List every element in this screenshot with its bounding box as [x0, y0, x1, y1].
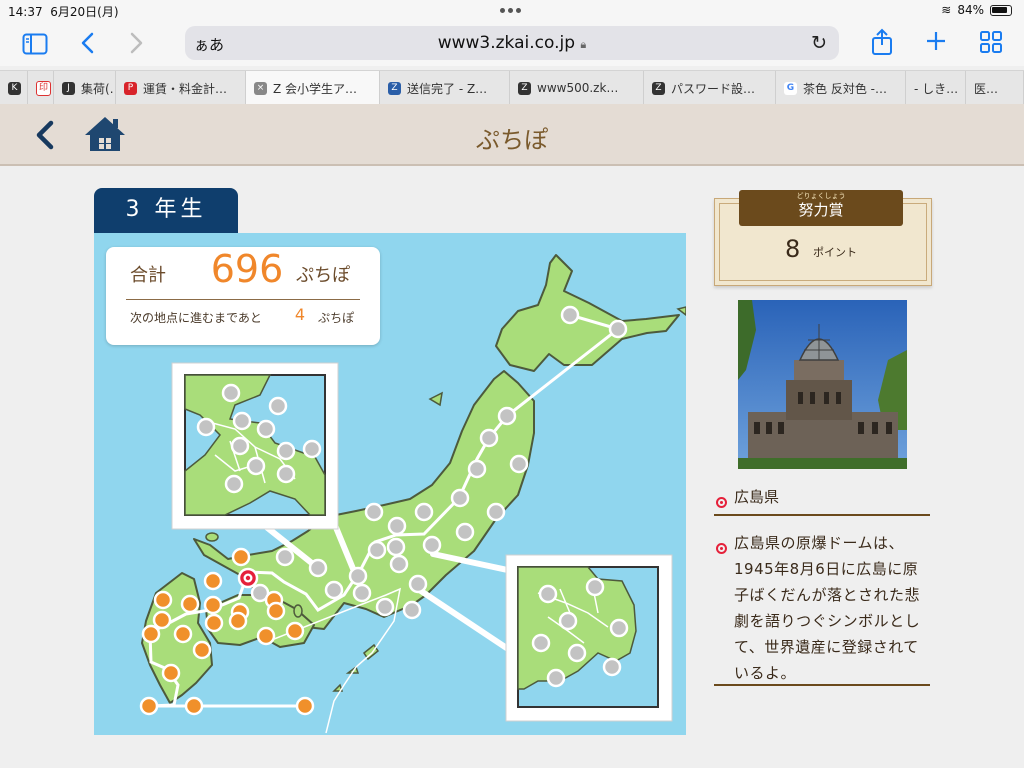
total-value: 696 — [210, 247, 284, 291]
page-header: ぷちぽ — [0, 104, 1024, 166]
tab-last[interactable]: 医… — [966, 71, 1024, 105]
new-tab-icon[interactable] — [925, 30, 947, 57]
tab-password[interactable]: Z パスワード設… — [644, 71, 776, 105]
inset-kansai — [171, 362, 339, 530]
url-text: www3.zkai.co.jp 🔒︎ — [437, 33, 587, 53]
tab-zkai-active[interactable]: × Z 会小学生ア… — [246, 71, 380, 105]
page-title: ぷちぽ — [475, 126, 549, 154]
inset-kanto — [505, 554, 673, 722]
sado-island — [428, 391, 443, 407]
award-title: 努力賞 — [798, 201, 844, 219]
score-card: 合計 696 ぷちぽ 次の地点に進むまであと 4 ぷちぽ — [106, 247, 380, 345]
award-card: どりょくしょう 努力賞 8 ポイント — [714, 190, 932, 286]
description-divider — [714, 684, 930, 686]
next-unit: ぷちぽ — [318, 311, 355, 325]
tab-overview-icon[interactable] — [980, 31, 1002, 58]
current-point-hiroshima[interactable] — [237, 567, 259, 589]
description-box: 広島県の原爆ドームは、1945年8月6日に広島に原子ばくだんが落とされた悲劇を語… — [714, 530, 930, 686]
multitask-dots[interactable] — [500, 8, 521, 13]
share-icon[interactable] — [870, 28, 894, 61]
next-value: 4 — [294, 305, 306, 324]
battery-icon — [990, 4, 1012, 16]
award-points-label: ポイント — [813, 246, 857, 259]
tab-k[interactable]: K — [0, 71, 28, 105]
address-bar[interactable]: ぁあ www3.zkai.co.jp 🔒︎ ↻ — [185, 26, 839, 60]
prefecture-divider — [714, 514, 930, 516]
total-label: 合計 — [130, 265, 166, 286]
wifi-icon: ≋ — [941, 3, 952, 17]
tab-google[interactable]: G 茶色 反対色 -… — [776, 71, 906, 105]
status-bar: 14:37 6月20日(月) ≋ 84% — [0, 0, 1024, 22]
status-right: ≋ 84% — [941, 3, 1012, 17]
award-ribbon: どりょくしょう 努力賞 — [739, 190, 903, 226]
sidebar-icon[interactable] — [22, 33, 48, 60]
award-points: 8 — [785, 235, 801, 263]
target-marker-icon — [716, 543, 727, 554]
lock-icon: 🔒︎ — [580, 38, 587, 51]
target-marker-icon — [716, 497, 727, 508]
score-divider — [126, 299, 360, 300]
back-icon[interactable] — [80, 31, 96, 60]
oki-island — [205, 532, 219, 542]
prefecture-info: 広島県 — [714, 486, 930, 516]
tab-shiki[interactable]: - しき… — [906, 71, 966, 105]
total-unit: ぷちぽ — [296, 265, 351, 286]
tab-soshin[interactable]: Z 送信完了 - Z… — [380, 71, 510, 105]
tab-unchin[interactable]: P 運賃・料金計… — [116, 71, 246, 105]
browser-toolbar: ぁあ www3.zkai.co.jp 🔒︎ ↻ — [0, 22, 1024, 66]
atomic-dome-photo — [738, 300, 907, 469]
tab-stamp[interactable]: 印 — [28, 71, 54, 105]
status-time-date: 14:37 6月20日(月) — [8, 5, 119, 19]
battery-percent: 84% — [957, 3, 984, 17]
tab-shuka[interactable]: J集荷(… — [54, 71, 116, 105]
description-text: 広島県の原爆ドームは、1945年8月6日に広島に原子ばくだんが落とされた悲劇を語… — [734, 534, 921, 682]
prefecture-name: 広島県 — [734, 488, 780, 506]
tab-www500[interactable]: Zwww500.zk… — [510, 71, 644, 105]
tab-strip: K 印 J集荷(… P運賃・料金計… ×Z 会小学生ア… Z送信完了 - Z… … — [0, 70, 1024, 105]
awaji-island — [293, 604, 303, 618]
reload-icon[interactable]: ↻ — [811, 32, 827, 54]
forward-icon[interactable] — [128, 31, 144, 60]
next-label: 次の地点に進むまであと — [130, 311, 262, 325]
sakhalin-tip — [676, 306, 686, 316]
grade-tab[interactable]: 3 年生 — [94, 188, 238, 234]
